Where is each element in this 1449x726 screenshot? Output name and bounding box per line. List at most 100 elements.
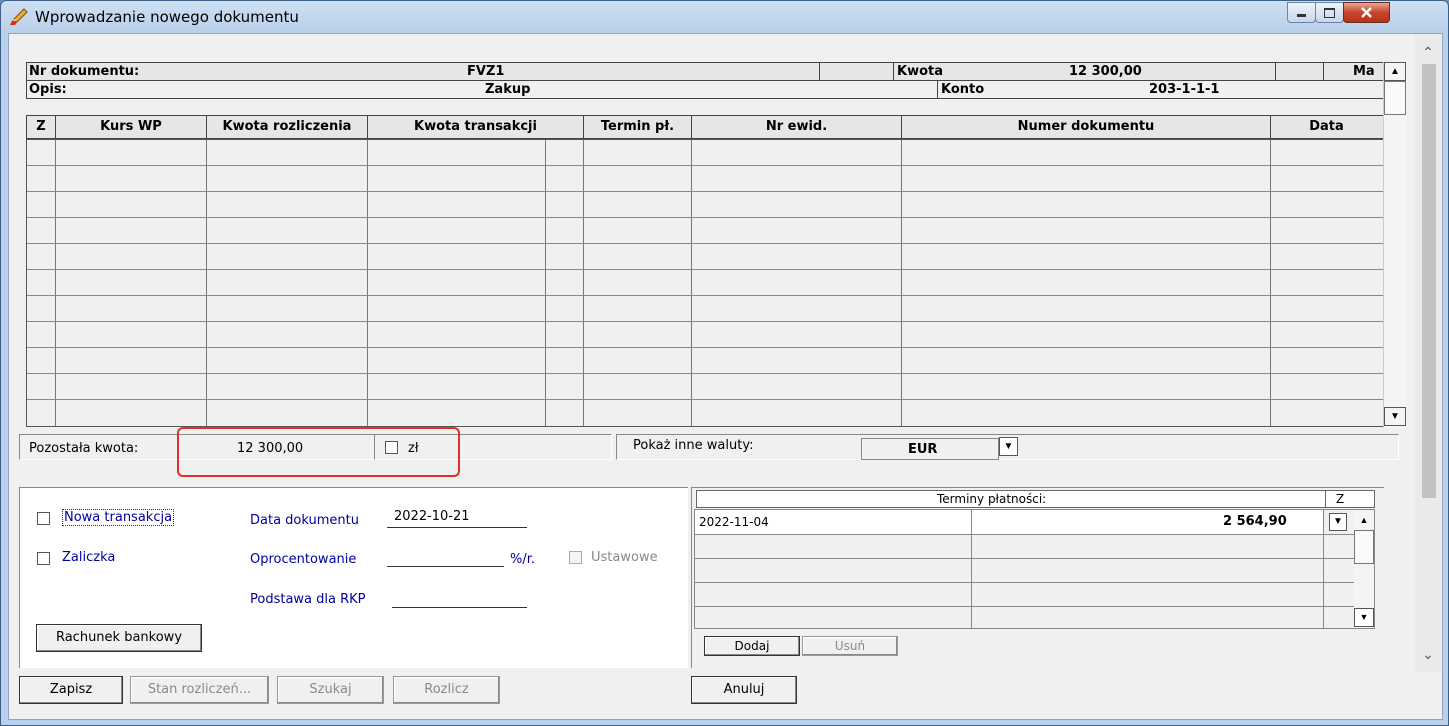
oprocentowanie-input[interactable] <box>387 566 504 567</box>
grid-line <box>27 191 1383 192</box>
chevron-up-icon[interactable]: ⌃ <box>1415 44 1441 60</box>
column-header-kurs-wp[interactable]: Kurs WP <box>56 116 207 138</box>
column-header-data[interactable]: Data <box>1271 116 1382 138</box>
term-z-dropdown[interactable]: ▼ <box>1329 513 1347 531</box>
grid-line <box>691 140 692 426</box>
zaliczka-checkbox[interactable] <box>37 552 50 565</box>
podstawa-rkp-input[interactable] <box>392 607 527 608</box>
column-header-kwota-rozliczenia[interactable]: Kwota rozliczenia <box>207 116 368 138</box>
arrow-up-icon[interactable]: ▲ <box>1354 512 1374 529</box>
minimize-button[interactable] <box>1287 2 1316 23</box>
data-dokumentu-label: Data dokumentu <box>250 513 359 528</box>
maximize-icon <box>1324 8 1335 18</box>
grid-header: Z Kurs WP Kwota rozliczenia Kwota transa… <box>26 115 1384 139</box>
terms-header-divider <box>1325 491 1326 508</box>
ustawowe-checkbox[interactable] <box>569 551 582 564</box>
grid-line <box>545 140 546 426</box>
grid-line <box>27 269 1383 270</box>
nowa-transakcja-checkbox[interactable] <box>37 512 50 525</box>
column-header-numer-dokumentu[interactable]: Numer dokumentu <box>902 116 1271 138</box>
z-header-label: Z <box>1336 492 1345 506</box>
stan-rozliczen-button[interactable]: Stan rozliczeń... <box>130 676 269 704</box>
terms-row-line <box>695 534 1374 535</box>
currency-dropdown-button[interactable]: ▼ <box>999 437 1018 456</box>
grid-line <box>367 140 368 426</box>
column-header-termin[interactable]: Termin pł. <box>584 116 692 138</box>
app-window: Wprowadzanie nowego dokumentu Nr dokumen… <box>0 0 1449 726</box>
data-dokumentu-underline <box>387 527 527 528</box>
header-row-opis: Opis: Zakup Konto 203-1-1-1 <box>26 81 1384 99</box>
usun-button[interactable]: Usuń <box>802 636 898 656</box>
podstawa-rkp-label: Podstawa dla RKP <box>250 592 366 607</box>
rozlicz-button[interactable]: Rozlicz <box>393 676 500 704</box>
client-area: Nr dokumentu: FVZ1 Kwota 12 300,00 Ma Op… <box>8 33 1443 720</box>
minimize-icon <box>1297 14 1306 17</box>
grid-line <box>901 140 902 426</box>
close-icon <box>1361 7 1372 18</box>
transactions-grid[interactable] <box>26 139 1384 427</box>
grid-line <box>27 217 1383 218</box>
data-dokumentu-value[interactable]: 2022-10-21 <box>394 509 470 524</box>
header-separator <box>937 81 938 98</box>
title-bar[interactable]: Wprowadzanie nowego dokumentu <box>1 1 1448 33</box>
grid-line <box>27 399 1383 400</box>
terms-row-line <box>695 606 1374 607</box>
pokaz-waluty-label: Pokaż inne waluty: <box>633 438 754 453</box>
dodaj-button[interactable]: Dodaj <box>704 636 800 656</box>
grid-scrollbar[interactable]: ▲ ▼ <box>1383 62 1407 428</box>
term-date[interactable]: 2022-11-04 <box>699 515 769 529</box>
column-header-kwota-transakcji[interactable]: Kwota transakcji <box>368 116 584 138</box>
close-button[interactable] <box>1343 2 1390 23</box>
terms-scroll-thumb[interactable] <box>1354 530 1374 564</box>
payment-terms-panel: Terminy płatności: Z 2022-11-04 2 564,90… <box>691 487 1384 668</box>
pencil-icon <box>9 8 28 25</box>
zaliczka-label[interactable]: Zaliczka <box>62 550 115 565</box>
arrow-up-icon: ▲ <box>1390 66 1400 77</box>
window-scroll-thumb[interactable] <box>1422 64 1436 498</box>
zapisz-button[interactable]: Zapisz <box>19 676 123 704</box>
terminy-header-label: Terminy płatności: <box>937 492 1047 506</box>
konto-label: Konto <box>941 82 985 97</box>
currency-value: EUR <box>908 442 938 457</box>
maximize-button[interactable] <box>1315 2 1344 23</box>
grid-line <box>27 243 1383 244</box>
rachunek-bankowy-button[interactable]: Rachunek bankowy <box>36 624 202 652</box>
window-title: Wprowadzanie nowego dokumentu <box>35 8 299 26</box>
nr-dokumentu-value: FVZ1 <box>467 64 505 79</box>
scroll-up-button[interactable]: ▲ <box>1384 62 1406 81</box>
column-header-z[interactable]: Z <box>27 116 56 138</box>
arrow-down-icon: ▼ <box>1390 411 1400 422</box>
grid-line <box>27 347 1383 348</box>
window-scrollbar[interactable]: ⌃ ⌄ <box>1415 34 1441 672</box>
grid-line <box>206 140 207 426</box>
column-header-nr-ewid[interactable]: Nr ewid. <box>692 116 902 138</box>
oprocentowanie-unit: %/r. <box>510 552 536 567</box>
chevron-down-icon: ▼ <box>1333 516 1343 527</box>
scroll-thumb[interactable] <box>1384 81 1406 115</box>
szukaj-button[interactable]: Szukaj <box>277 676 384 704</box>
term-amount[interactable]: 2 564,90 <box>1223 514 1287 529</box>
grid-line <box>27 321 1383 322</box>
ustawowe-label: Ustawowe <box>591 550 658 565</box>
terms-col-line <box>1323 510 1324 628</box>
grid-line <box>27 165 1383 166</box>
terms-scrollbar[interactable]: ▲ ▼ <box>1354 510 1374 628</box>
grid-line <box>55 140 56 426</box>
chevron-down-icon[interactable]: ⌄ <box>1415 646 1441 662</box>
grid-line <box>27 295 1383 296</box>
header-row-document: Nr dokumentu: FVZ1 Kwota 12 300,00 Ma <box>26 62 1384 81</box>
nowa-transakcja-label[interactable]: Nowa transakcja <box>62 509 175 526</box>
terms-col-line <box>971 510 972 628</box>
terms-header: Terminy płatności: Z <box>696 490 1375 508</box>
grid-line <box>583 140 584 426</box>
grid-line <box>1270 140 1271 426</box>
kwota-value: 12 300,00 <box>1069 64 1142 79</box>
header-separator <box>1275 63 1276 80</box>
document-options-panel: Nowa transakcja Zaliczka Data dokumentu … <box>19 487 688 668</box>
nr-dokumentu-label: Nr dokumentu: <box>29 64 140 79</box>
anuluj-button[interactable]: Anuluj <box>691 676 797 704</box>
currency-select[interactable]: EUR <box>861 438 999 460</box>
terms-grid[interactable]: 2022-11-04 2 564,90 ▼ ▲ ▼ <box>694 509 1375 629</box>
arrow-down-icon[interactable]: ▼ <box>1354 608 1374 627</box>
scroll-down-button[interactable]: ▼ <box>1384 407 1406 426</box>
